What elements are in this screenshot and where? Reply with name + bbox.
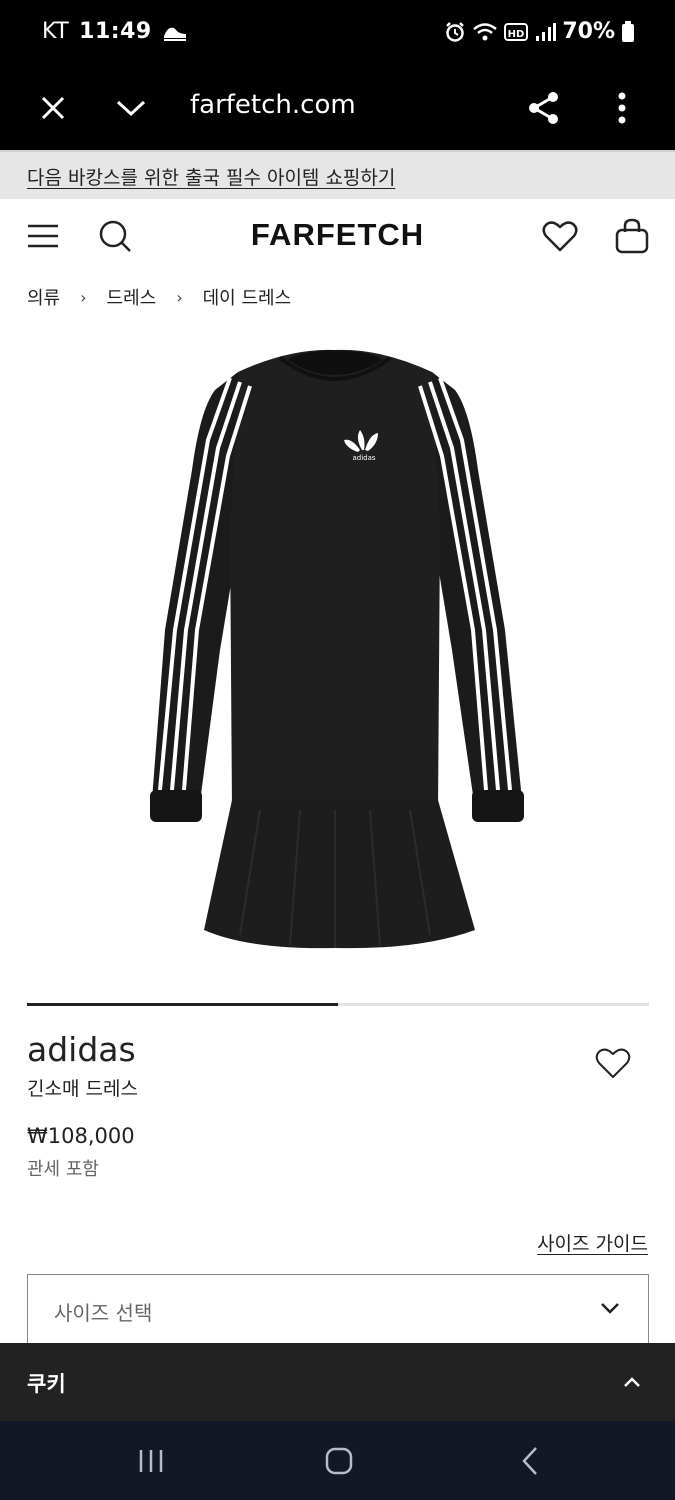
close-icon[interactable] [33, 88, 73, 128]
browser-toolbar: farfetch.com [0, 66, 675, 150]
back-icon[interactable] [510, 1445, 550, 1477]
size-guide-link[interactable]: 사이즈 가이드 [537, 1229, 648, 1256]
clock: 11:49 [79, 19, 152, 44]
more-vertical-icon[interactable] [602, 88, 642, 128]
url-bar[interactable]: farfetch.com [190, 90, 356, 120]
battery-label: 70% [562, 19, 615, 44]
promo-banner[interactable]: 다음 바캉스를 위한 출국 필수 아이템 쇼핑하기 [0, 150, 675, 199]
product-price: ₩108,000 [27, 1124, 135, 1148]
recent-apps-icon[interactable] [131, 1445, 171, 1477]
chevron-up-icon[interactable] [623, 1373, 641, 1392]
signal-icon [534, 22, 557, 42]
home-icon[interactable] [319, 1445, 359, 1477]
share-icon[interactable] [524, 88, 564, 128]
status-left: KT 11:49 [42, 19, 188, 44]
carrier-label: KT [42, 19, 70, 44]
gallery-progress-track [27, 1003, 649, 1006]
hd-icon: HD [504, 22, 529, 42]
cookie-label: 쿠키 [27, 1372, 66, 1396]
gallery-progress-indicator [27, 1003, 338, 1006]
chevron-down-icon [600, 1300, 620, 1319]
breadcrumb-separator: › [80, 287, 87, 307]
breadcrumb-separator: › [176, 287, 183, 307]
alarm-icon [444, 21, 466, 43]
system-navigation-bar [0, 1421, 675, 1500]
chevron-down-icon[interactable] [111, 88, 151, 128]
status-bar: KT 11:49 HD 70% [0, 0, 675, 66]
size-select-placeholder: 사이즈 선택 [54, 1301, 153, 1325]
battery-icon [621, 20, 635, 43]
trefoil-logo-text: adidas [352, 454, 375, 462]
duty-note: 관세 포함 [27, 1159, 99, 1180]
breadcrumb-item-dresses[interactable]: 드레스 [107, 284, 157, 310]
svg-text:HD: HD [508, 29, 525, 40]
wishlist-button[interactable] [593, 1043, 633, 1083]
cookie-bar[interactable]: 쿠키 [0, 1343, 675, 1421]
breadcrumb-item-clothing[interactable]: 의류 [27, 284, 60, 310]
product-name: 긴소매 드레스 [27, 1078, 138, 1100]
promo-link[interactable]: 다음 바캉스를 위한 출국 필수 아이템 쇼핑하기 [27, 163, 395, 190]
product-brand[interactable]: adidas [27, 1030, 136, 1069]
dress-illustration: adidas [150, 349, 524, 949]
status-right: HD 70% [444, 19, 635, 44]
wifi-icon [472, 21, 498, 43]
notification-icon [162, 22, 188, 42]
breadcrumb: 의류 › 드레스 › 데이 드레스 [27, 284, 291, 310]
site-header: FARFETCH [0, 199, 675, 273]
breadcrumb-item-day-dresses[interactable]: 데이 드레스 [203, 284, 292, 310]
product-image[interactable]: adidas [120, 330, 550, 960]
heart-icon [595, 1048, 631, 1078]
bag-icon[interactable] [612, 216, 652, 256]
size-select[interactable]: 사이즈 선택 [27, 1274, 649, 1344]
heart-icon[interactable] [540, 216, 580, 256]
